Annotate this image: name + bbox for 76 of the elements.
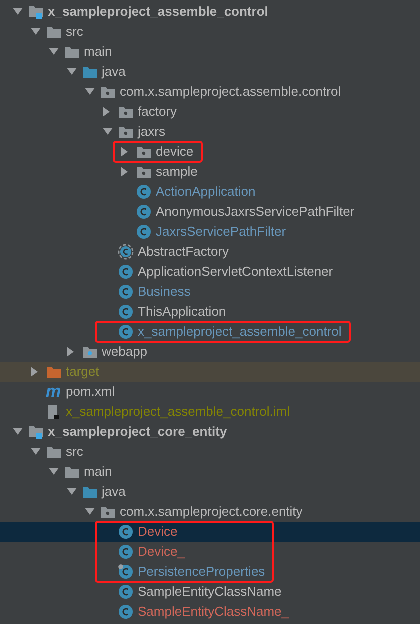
class-icon [118,604,134,620]
tree-row[interactable]: SampleEntityClassName [100,584,282,600]
collapse-arrow-icon[interactable] [49,468,59,476]
tree-row[interactable]: factory [100,104,178,120]
abstract-class-icon [118,244,134,260]
tree-row[interactable]: PersistenceProperties [100,564,266,580]
tree-row[interactable]: Device [100,524,178,540]
tree-row[interactable]: java [64,484,126,500]
collapse-arrow-icon[interactable] [13,428,23,436]
tree-row[interactable]: Device_ [100,544,185,560]
class-icon [136,224,152,240]
collapse-arrow-icon[interactable] [85,508,95,516]
tree-row[interactable]: JaxrsServicePathFilter [118,224,286,240]
tree-row[interactable]: x_sampleproject_assemble_control [100,324,342,340]
class-icon [136,204,152,220]
class-icon [118,304,134,320]
collapse-arrow-icon[interactable] [31,448,41,456]
collapse-arrow-icon[interactable] [31,28,41,36]
class-icon [118,324,134,340]
tree-row[interactable]: ThisApplication [100,304,226,320]
web-folder-icon [82,344,98,360]
tree-row[interactable]: src [28,444,84,460]
folder-icon [64,464,80,480]
tree-row[interactable]: device [118,144,194,160]
tree-row[interactable]: com.x.sampleproject.assemble.control [82,84,342,100]
tree-row[interactable]: AbstractFactory [100,244,230,260]
tree-row[interactable]: main [46,464,112,480]
package-icon [136,144,152,160]
tree-row[interactable]: m pom.xml [28,384,116,400]
expand-arrow-icon[interactable] [121,147,129,157]
folder-icon [64,44,80,60]
collapse-arrow-icon[interactable] [49,48,59,56]
tree-row[interactable]: ActionApplication [118,184,256,200]
tree-row[interactable]: jaxrs [100,124,166,140]
module-file-icon [46,404,62,420]
class-icon [136,184,152,200]
tree-row[interactable]: src [28,24,84,40]
class-icon [118,524,134,540]
source-folder-icon [82,64,98,80]
tree-row[interactable]: Business [100,284,191,300]
folder-icon [46,24,62,40]
pinned-class-icon [118,564,134,580]
tree-row[interactable]: x_sampleproject_assemble_control [10,4,268,20]
collapse-arrow-icon[interactable] [67,68,77,76]
excluded-folder-icon [46,364,62,380]
tree-row[interactable]: com.x.sampleproject.core.entity [82,504,303,520]
module-folder-icon [28,4,44,20]
package-icon [118,104,134,120]
tree-row[interactable]: java [64,64,126,80]
module-folder-icon [28,424,44,440]
tree-row[interactable]: sample [118,164,198,180]
package-icon [100,84,116,100]
expand-arrow-icon[interactable] [31,367,39,377]
class-icon [118,584,134,600]
package-icon [100,504,116,520]
maven-icon: m [46,384,62,400]
collapse-arrow-icon[interactable] [85,88,95,96]
expand-arrow-icon[interactable] [121,167,129,177]
tree-row[interactable]: SampleEntityClassName_ [100,604,290,620]
class-icon [118,544,134,560]
package-icon [118,124,134,140]
expand-arrow-icon[interactable] [67,347,75,357]
class-icon [118,264,134,280]
tree-row[interactable]: AnonymousJaxrsServicePathFilter [118,204,355,220]
folder-icon [46,444,62,460]
tree-row[interactable]: x_sampleproject_core_entity [10,424,228,440]
tree-row[interactable]: main [46,44,112,60]
expand-arrow-icon[interactable] [103,107,111,117]
collapse-arrow-icon[interactable] [103,128,113,136]
tree-row[interactable]: ApplicationServletContextListener [100,264,334,280]
tree-row[interactable]: webapp [64,344,148,360]
source-folder-icon [82,484,98,500]
class-icon [118,284,134,300]
collapse-arrow-icon[interactable] [13,8,23,16]
collapse-arrow-icon[interactable] [67,488,77,496]
package-icon [136,164,152,180]
